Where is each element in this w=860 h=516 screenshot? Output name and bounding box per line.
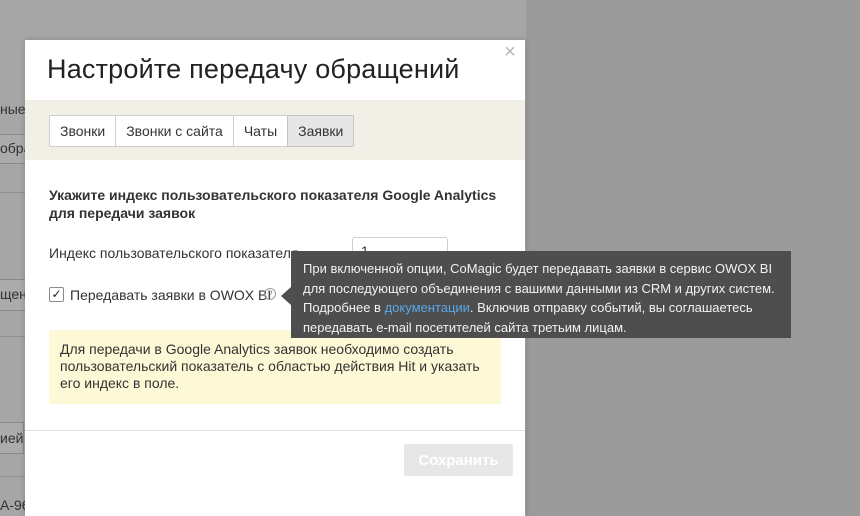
background-divider <box>0 476 26 477</box>
tab-site-calls[interactable]: Звонки с сайта <box>115 115 234 147</box>
save-button[interactable]: Сохранить <box>404 444 513 476</box>
background-text: ией <box>0 430 24 446</box>
hint-box: Для передачи в Google Analytics заявок н… <box>49 330 501 404</box>
tab-requests[interactable]: Заявки <box>287 115 355 147</box>
close-icon[interactable]: × <box>501 42 519 62</box>
tab-calls[interactable]: Звонки <box>49 115 117 147</box>
background-text: щен <box>0 286 27 302</box>
background-divider <box>0 192 26 193</box>
owox-checkbox-label[interactable]: Передавать заявки в OWOX BI <box>70 287 271 303</box>
footer-divider <box>25 430 525 431</box>
documentation-link[interactable]: документации <box>385 300 470 315</box>
owox-tooltip: При включенной опции, CoMagic будет пере… <box>291 251 791 338</box>
modal-title: Настройте передачу обращений <box>47 54 460 84</box>
background-divider <box>0 336 26 337</box>
section-heading: Укажите индекс пользовательского показат… <box>49 187 497 221</box>
owox-checkbox[interactable]: ✓ <box>49 287 64 302</box>
tab-chats[interactable]: Чаты <box>232 115 289 147</box>
background-text: ные <box>0 101 26 117</box>
tooltip-arrow <box>281 287 291 305</box>
tab-group: Звонки Звонки с сайта Чаты Заявки <box>49 115 355 147</box>
index-field-label: Индекс пользовательского показателя <box>49 245 299 261</box>
help-icon[interactable]: ? <box>264 288 276 300</box>
tabs-bar: Звонки Звонки с сайта Чаты Заявки <box>25 100 525 160</box>
